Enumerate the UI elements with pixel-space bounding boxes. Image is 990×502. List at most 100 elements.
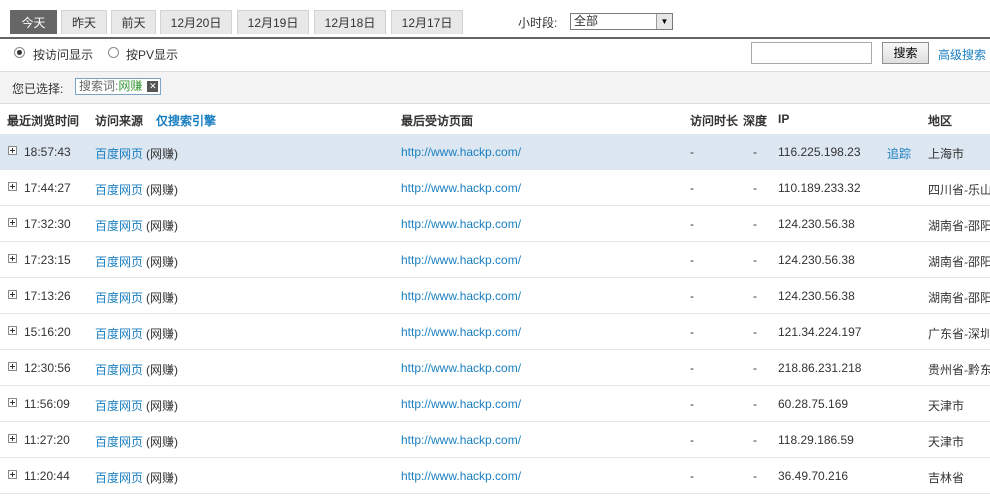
visit-duration: - <box>690 217 694 231</box>
visit-depth: - <box>753 397 757 411</box>
expand-icon[interactable] <box>8 290 17 299</box>
last-page-link[interactable]: http://www.hackp.com/ <box>401 253 521 267</box>
table-header: 最近浏览时间 访问来源 仅搜索引擎 最后受访页面 访问时长 深度 IP 地区 <box>0 104 990 135</box>
source-link[interactable]: 百度网页 <box>95 325 143 342</box>
last-page-link[interactable]: http://www.hackp.com/ <box>401 217 521 231</box>
expand-icon[interactable] <box>8 434 17 443</box>
search-keyword: (网赚) <box>146 399 178 413</box>
source-link[interactable]: 百度网页 <box>95 397 143 414</box>
expand-icon[interactable] <box>8 182 17 191</box>
ip-address: 116.225.198.23 <box>778 145 861 159</box>
table-row[interactable]: 18:57:43 百度网页 (网赚) http://www.hackp.com/ - - 1… <box>0 134 990 170</box>
close-icon[interactable]: ✕ <box>147 81 159 92</box>
period-select[interactable]: 全部 ▼ <box>570 13 673 30</box>
visit-duration: - <box>690 145 694 159</box>
tab-today[interactable]: 今天 <box>10 10 57 34</box>
visit-depth: - <box>753 289 757 303</box>
table-row[interactable]: 15:16:20 百度网页 (网赚) http://www.hackp.com/ - - 1… <box>0 314 990 350</box>
visit-depth: - <box>753 217 757 231</box>
search-keyword: (网赚) <box>146 363 178 377</box>
expand-icon[interactable] <box>8 218 17 227</box>
expand-icon[interactable] <box>8 146 17 155</box>
last-page-link[interactable]: http://www.hackp.com/ <box>401 397 521 411</box>
by-visit-label[interactable]: 按访问显示 <box>33 46 93 63</box>
ip-address: 36.49.70.216 <box>778 469 849 483</box>
visit-depth: - <box>753 433 757 447</box>
last-page-link[interactable]: http://www.hackp.com/ <box>401 325 521 339</box>
last-page-link[interactable]: http://www.hackp.com/ <box>401 181 521 195</box>
table-row[interactable]: 11:27:20 百度网页 (网赚) http://www.hackp.com/ - - 1… <box>0 422 990 458</box>
expand-icon[interactable] <box>8 254 17 263</box>
visit-time: 15:16:20 <box>24 325 71 339</box>
search-keyword: (网赚) <box>146 255 178 269</box>
visit-time: 11:56:09 <box>24 397 70 411</box>
table-row[interactable]: 17:44:27 百度网页 (网赚) http://www.hackp.com/ - - 1… <box>0 170 990 206</box>
column-header-last-page: 最后受访页面 <box>401 114 474 128</box>
search-keyword: (网赚) <box>146 471 178 485</box>
display-options-row: 按访问显示 按PV显示 搜索 高级搜索 <box>0 37 990 72</box>
visit-time: 17:13:26 <box>24 289 71 303</box>
search-button[interactable]: 搜索 <box>882 42 929 64</box>
visit-time: 17:23:15 <box>24 253 71 267</box>
source-link[interactable]: 百度网页 <box>95 433 143 450</box>
expand-icon[interactable] <box>8 326 17 335</box>
source-link[interactable]: 百度网页 <box>95 289 143 306</box>
search-keyword: (网赚) <box>146 183 178 197</box>
ip-address: 218.86.231.218 <box>778 361 862 375</box>
tab-yesterday[interactable]: 昨天 <box>61 10 107 34</box>
source-link[interactable]: 百度网页 <box>95 361 143 378</box>
visit-depth: - <box>753 325 757 339</box>
last-page-link[interactable]: http://www.hackp.com/ <box>401 361 521 375</box>
by-pv-label[interactable]: 按PV显示 <box>126 46 178 63</box>
table-row[interactable]: 17:23:15 百度网页 (网赚) http://www.hackp.com/ - - 1… <box>0 242 990 278</box>
last-page-link[interactable]: http://www.hackp.com/ <box>401 433 521 447</box>
search-keyword: (网赚) <box>146 327 178 341</box>
chip-prefix: 搜索词: <box>79 79 119 93</box>
source-link[interactable]: 百度网页 <box>95 145 143 162</box>
source-link[interactable]: 百度网页 <box>95 217 143 234</box>
source-link[interactable]: 百度网页 <box>95 469 143 486</box>
search-engine-only-link[interactable]: 仅搜索引擎 <box>156 112 216 129</box>
table-row[interactable]: 12:30:56 百度网页 (网赚) http://www.hackp.com/ - - 2… <box>0 350 990 386</box>
by-visit-radio[interactable] <box>14 47 25 58</box>
chevron-down-icon[interactable]: ▼ <box>656 14 672 29</box>
track-link[interactable]: 追踪 <box>887 145 911 162</box>
tab-date-1220[interactable]: 12月20日 <box>160 10 232 34</box>
ip-address: 110.189.233.32 <box>778 181 861 195</box>
visit-duration: - <box>690 253 694 267</box>
tab-date-1218[interactable]: 12月18日 <box>314 10 386 34</box>
visit-time: 18:57:43 <box>24 145 71 159</box>
region: 广东省-深圳 <box>928 327 990 341</box>
by-pv-radio[interactable] <box>108 47 119 58</box>
visit-duration: - <box>690 181 694 195</box>
expand-icon[interactable] <box>8 398 17 407</box>
search-keyword: (网赚) <box>146 219 178 233</box>
visit-depth: - <box>753 181 757 195</box>
table-row[interactable]: 11:56:09 百度网页 (网赚) http://www.hackp.com/ - - 6… <box>0 386 990 422</box>
tab-date-1217[interactable]: 12月17日 <box>391 10 463 34</box>
table-row[interactable]: 17:32:30 百度网页 (网赚) http://www.hackp.com/ - - 1… <box>0 206 990 242</box>
last-page-link[interactable]: http://www.hackp.com/ <box>401 289 521 303</box>
source-link[interactable]: 百度网页 <box>95 253 143 270</box>
search-keyword: (网赚) <box>146 147 178 161</box>
table-row[interactable]: 17:13:26 百度网页 (网赚) http://www.hackp.com/ - - 1… <box>0 278 990 314</box>
last-page-link[interactable]: http://www.hackp.com/ <box>401 469 521 483</box>
expand-icon[interactable] <box>8 470 17 479</box>
column-header-time: 最近浏览时间 <box>7 114 80 128</box>
search-keyword: (网赚) <box>146 435 178 449</box>
column-header-region: 地区 <box>928 114 953 128</box>
tab-date-1219[interactable]: 12月19日 <box>237 10 309 34</box>
last-page-link[interactable]: http://www.hackp.com/ <box>401 145 521 159</box>
column-header-depth: 深度 <box>743 114 768 128</box>
visit-time: 17:32:30 <box>24 217 71 231</box>
expand-icon[interactable] <box>8 362 17 371</box>
table-row[interactable]: 11:20:44 百度网页 (网赚) http://www.hackp.com/ - - 3… <box>0 458 990 494</box>
advanced-search-link[interactable]: 高级搜索 <box>938 46 986 63</box>
search-keyword: (网赚) <box>146 291 178 305</box>
visit-time: 11:27:20 <box>24 433 70 447</box>
period-label: 小时段: <box>518 16 558 30</box>
tab-day-before-yesterday[interactable]: 前天 <box>111 10 156 34</box>
source-link[interactable]: 百度网页 <box>95 181 143 198</box>
search-input[interactable] <box>751 42 872 64</box>
chip-keyword: 网赚 <box>118 79 143 93</box>
